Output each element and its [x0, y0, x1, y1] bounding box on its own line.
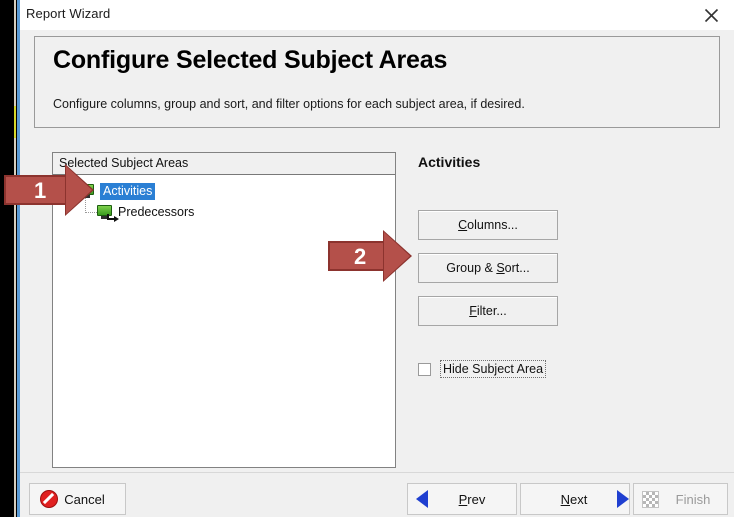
group-sort-button[interactable]: Group & Sort...: [418, 253, 558, 283]
subject-area-link-icon: [97, 205, 119, 222]
hide-subject-area-row[interactable]: Hide Subject Area: [418, 360, 547, 378]
close-icon[interactable]: [690, 0, 732, 30]
hide-subject-area-label: Hide Subject Area: [440, 360, 547, 378]
wizard-content: Configure Selected Subject Areas Configu…: [20, 30, 734, 517]
page-left-tan-rule: [14, 0, 16, 517]
selected-subject-areas-panel: Selected Subject Areas Activities Predec…: [52, 152, 396, 468]
finish-checker-icon: [642, 490, 659, 508]
tree-column-header: Selected Subject Areas: [53, 153, 395, 175]
page-title: Configure Selected Subject Areas: [53, 46, 448, 74]
cancel-button-label: Cancel: [64, 491, 105, 507]
prev-button-label: Prev: [458, 491, 486, 507]
page-subtitle: Configure columns, group and sort, and f…: [53, 97, 525, 111]
triangle-left-icon: [416, 490, 428, 508]
prev-button[interactable]: Prev: [407, 483, 517, 515]
annotation-number: 2: [354, 244, 367, 269]
side-panel-title: Activities: [418, 154, 481, 170]
cancel-button[interactable]: Cancel: [29, 483, 126, 515]
window-title: Report Wizard: [26, 6, 111, 21]
tree-node-label: Activities: [100, 182, 156, 200]
columns-button[interactable]: Columns...: [418, 210, 558, 240]
tree-node-predecessors[interactable]: Predecessors: [97, 203, 195, 222]
page-left-yellow-mark: [14, 106, 16, 138]
hide-subject-area-checkbox[interactable]: [418, 362, 431, 376]
window-titlebar: Report Wizard: [20, 0, 734, 30]
triangle-right-icon: [617, 490, 629, 508]
annotation-number: 1: [34, 178, 47, 203]
footer-divider: [20, 472, 734, 473]
filter-button[interactable]: Filter...: [418, 296, 558, 326]
finish-button-label: Finish: [675, 491, 711, 507]
finish-button: Finish: [633, 483, 728, 515]
next-button-label: Next: [560, 491, 588, 507]
tree-body[interactable]: Activities Predecessors: [53, 176, 395, 467]
cancel-icon: [40, 490, 58, 508]
next-button[interactable]: Next: [520, 483, 630, 515]
tree-node-label: Predecessors: [118, 205, 195, 219]
wizard-header-panel: Configure Selected Subject Areas Configu…: [34, 36, 720, 128]
page-left-black-margin: [0, 0, 14, 517]
